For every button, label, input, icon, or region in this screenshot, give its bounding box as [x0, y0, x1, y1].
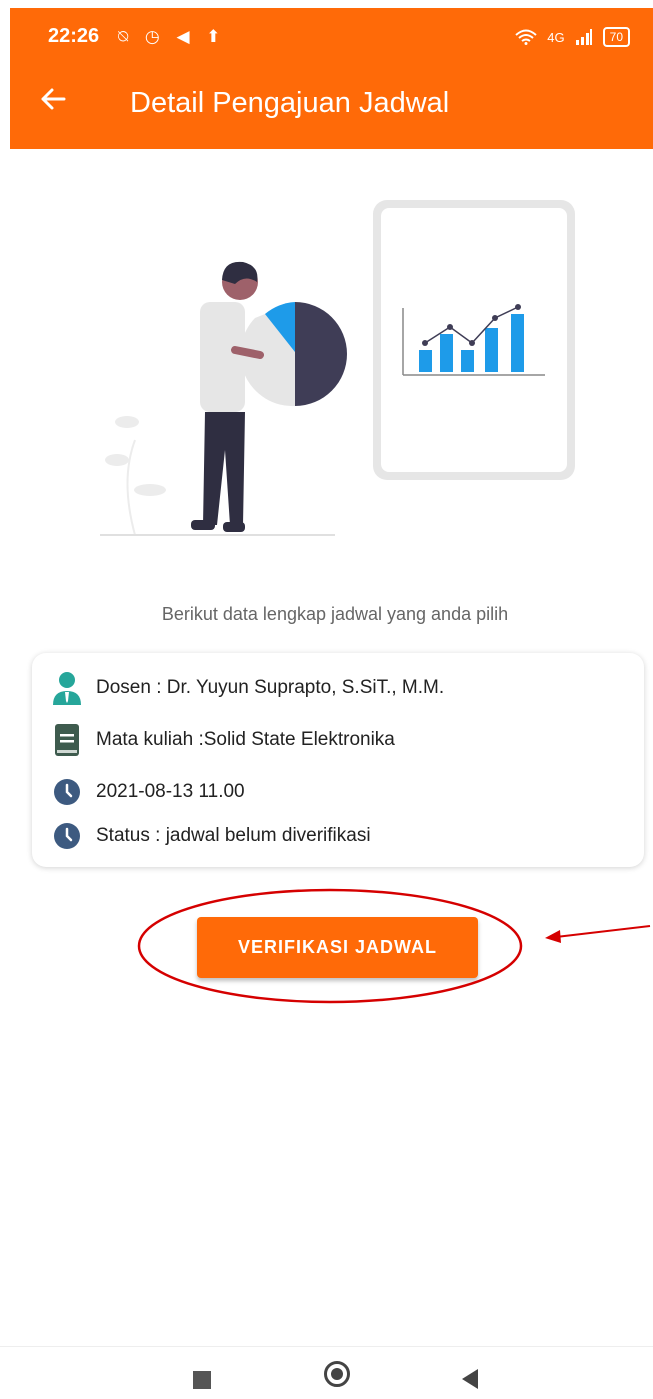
signal-icon — [575, 29, 592, 45]
clock-icon — [50, 775, 84, 809]
home-icon[interactable] — [324, 1361, 350, 1387]
person-graphic — [191, 261, 347, 532]
status-text: Status : jadwal belum diverifikasi — [96, 825, 371, 846]
system-nav-bar — [0, 1346, 653, 1399]
status-row: Status : jadwal belum diverifikasi — [50, 819, 371, 853]
back-button[interactable] — [38, 84, 74, 120]
lecturer-text: Dosen : Dr. Yuyun Suprapto, S.SiT., M.M. — [96, 677, 445, 698]
course-text: Mata kuliah :Solid State Elektronika — [96, 729, 395, 750]
wifi-icon — [515, 29, 537, 45]
battery-icon: 70 — [602, 27, 630, 47]
caption-text: Berikut data lengkap jadwal yang anda pi… — [161, 604, 509, 624]
page-title: Detail Pengajuan Jadwal — [130, 87, 450, 119]
course-row: Mata kuliah :Solid State Elektronika — [50, 723, 395, 757]
arrow-left-icon — [41, 88, 66, 110]
tablet-graphic — [373, 200, 575, 480]
datetime-row: 2021-08-13 11.00 — [50, 775, 245, 809]
book-icon — [50, 723, 84, 757]
user-tie-icon — [50, 671, 84, 705]
lecturer-row: Dosen : Dr. Yuyun Suprapto, S.SiT., M.M. — [50, 671, 444, 705]
annotation-arrowhead — [545, 930, 561, 943]
nav-back-icon[interactable] — [462, 1369, 478, 1389]
schedule-detail-card: Dosen : Dr. Yuyun Suprapto, S.SiT., M.M.… — [32, 653, 644, 867]
signal-label: 4G — [547, 29, 565, 45]
clock-icon — [50, 819, 84, 853]
analytics-illustration — [100, 200, 575, 536]
status-right: 4G 70 — [515, 27, 630, 47]
annotation-arrow-line — [555, 925, 651, 938]
recents-icon[interactable] — [193, 1371, 211, 1389]
datetime-text: 2021-08-13 11.00 — [96, 781, 245, 802]
verify-schedule-button[interactable]: VERIFIKASI JADWAL — [197, 917, 478, 978]
status-time: 22:26 — [48, 25, 100, 47]
status-bar: 22:26 ⍉ ◷ ◀ ⬆ 4G 70 — [38, 25, 638, 53]
notification-icons: ⍉ ◷ ◀ ⬆ — [118, 27, 227, 46]
